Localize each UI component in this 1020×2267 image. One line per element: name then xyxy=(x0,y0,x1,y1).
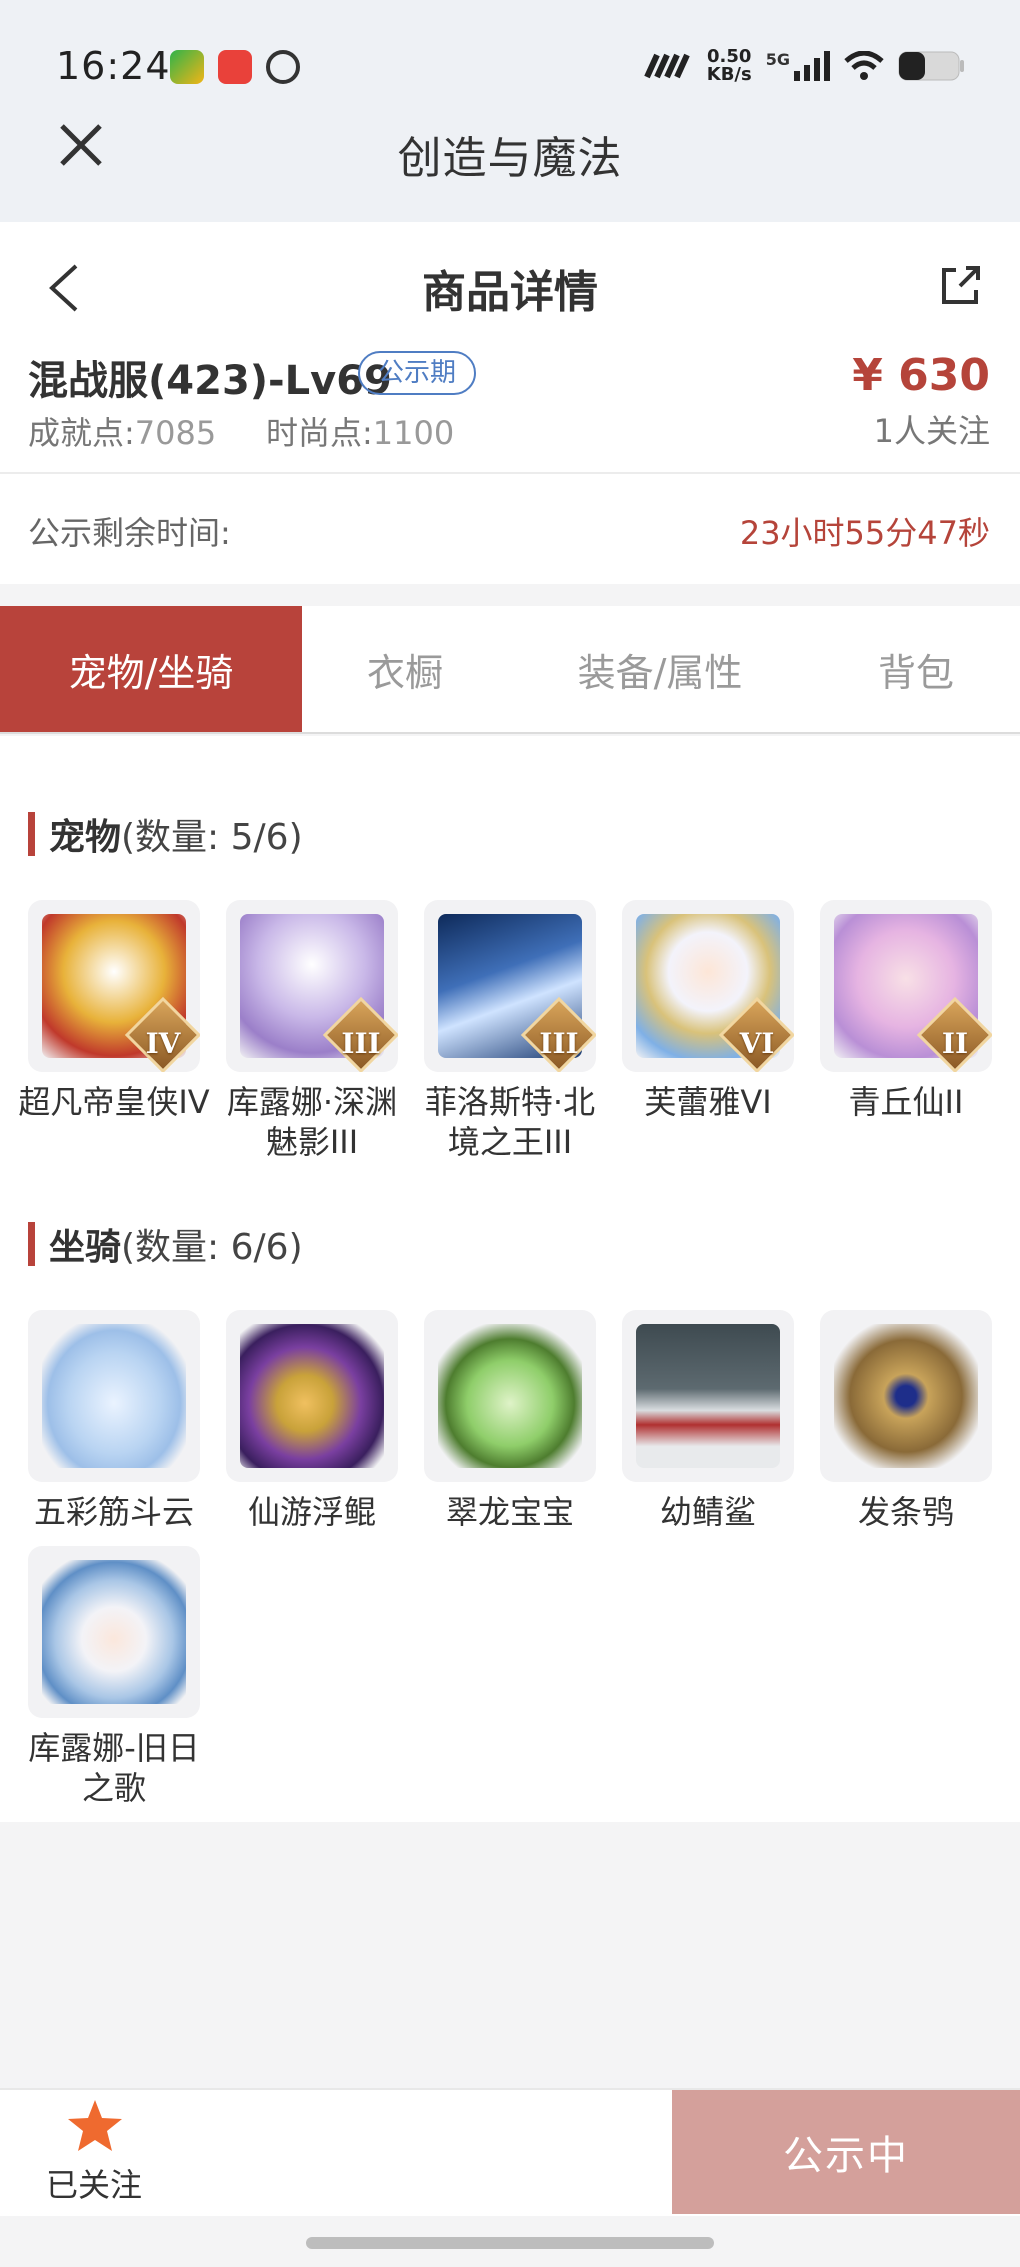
mount-image xyxy=(226,1310,398,1482)
data-arrows-icon xyxy=(644,53,690,79)
home-indicator xyxy=(306,2237,714,2249)
pet-name: 超凡帝皇侠IV xyxy=(18,1083,210,1121)
tab-backpack[interactable]: 背包 xyxy=(812,606,1020,732)
mount-image xyxy=(424,1310,596,1482)
pet-card[interactable]: III 菲洛斯特·北境之王III xyxy=(424,900,596,1162)
pet-image: II xyxy=(820,900,992,1072)
pet-name: 菲洛斯特·北境之王III xyxy=(424,1083,596,1161)
wifi-icon xyxy=(844,51,884,80)
item-price: ¥ 630 xyxy=(852,350,990,401)
pets-section-title: 宠物 (数量: 5/6) xyxy=(28,808,303,860)
tab-pets-mounts[interactable]: 宠物/坐骑 xyxy=(0,606,302,732)
item-name: 混战服(423)-Lv69 xyxy=(28,358,392,404)
share-icon[interactable] xyxy=(936,262,984,310)
page-title: 商品详情 xyxy=(422,267,598,318)
signal-icon xyxy=(794,51,830,81)
category-tabs: 宠物/坐骑 衣橱 装备/属性 背包 xyxy=(0,606,1020,734)
mount-image xyxy=(28,1310,200,1482)
video-app-icon xyxy=(170,50,204,84)
tab-equipment-attributes[interactable]: 装备/属性 xyxy=(508,606,812,732)
pet-image: III xyxy=(226,900,398,1072)
mount-name: 库露娜-旧日之歌 xyxy=(28,1729,200,1807)
mount-art xyxy=(834,1324,978,1468)
app-title: 创造与魔法 xyxy=(397,133,623,184)
mount-card[interactable]: 库露娜-旧日之歌 xyxy=(28,1546,200,1808)
star-icon[interactable] xyxy=(66,2098,124,2154)
announcement-button[interactable]: 公示中 xyxy=(672,2090,1020,2214)
pet-name: 库露娜·深渊魅影III xyxy=(226,1083,398,1161)
remaining-time-label: 公示剩余时间: xyxy=(28,514,231,552)
tab-wardrobe[interactable]: 衣橱 xyxy=(302,606,508,732)
mount-art xyxy=(636,1324,780,1468)
pet-image: VI xyxy=(622,900,794,1072)
mount-card[interactable]: 翠龙宝宝 xyxy=(424,1310,596,1532)
mode-icon xyxy=(266,50,300,84)
battery-icon xyxy=(898,51,964,81)
pet-name: 芙蕾雅VI xyxy=(644,1083,772,1121)
follower-count: 1人关注 xyxy=(873,412,990,450)
mount-name: 幼鲭鲨 xyxy=(659,1493,756,1531)
pet-card[interactable]: IV 超凡帝皇侠IV xyxy=(18,900,210,1122)
store-app-icon xyxy=(218,50,252,84)
network-type: 5G xyxy=(765,49,790,69)
section-accent-bar xyxy=(28,1222,35,1266)
divider xyxy=(0,472,1020,474)
mount-name: 仙游浮鲲 xyxy=(247,1493,376,1531)
network-speed: 0.50 KB/s xyxy=(706,46,752,85)
fashion-points: 时尚点:1100 xyxy=(266,414,455,452)
mount-image xyxy=(28,1546,200,1718)
mount-name: 五彩筋斗云 xyxy=(33,1493,194,1531)
mount-art xyxy=(438,1324,582,1468)
mount-image xyxy=(820,1310,992,1482)
mount-name: 翠龙宝宝 xyxy=(445,1493,574,1531)
pet-name: 青丘仙II xyxy=(848,1083,964,1121)
pet-card[interactable]: VI 芙蕾雅VI xyxy=(622,900,794,1122)
mount-art xyxy=(42,1324,186,1468)
pet-card[interactable]: III 库露娜·深渊魅影III xyxy=(226,900,398,1162)
pet-image: III xyxy=(424,900,596,1072)
status-time: 16:24 xyxy=(56,44,171,88)
mount-card[interactable]: 五彩筋斗云 xyxy=(28,1310,200,1532)
mounts-section-title: 坐骑 (数量: 6/6) xyxy=(28,1218,303,1270)
mount-card[interactable]: 幼鲭鲨 xyxy=(622,1310,794,1532)
section-accent-bar xyxy=(28,812,35,856)
mount-name: 发条鸮 xyxy=(857,1493,954,1531)
remaining-time-value: 23小时55分47秒 xyxy=(739,514,990,552)
mount-art xyxy=(42,1560,186,1704)
followed-label[interactable]: 已关注 xyxy=(46,2160,142,2206)
pet-image: IV xyxy=(28,900,200,1072)
status-badge: 公示期 xyxy=(358,351,477,395)
mount-image xyxy=(622,1310,794,1482)
mount-card[interactable]: 发条鸮 xyxy=(820,1310,992,1532)
mount-card[interactable]: 仙游浮鲲 xyxy=(226,1310,398,1532)
achievement-points: 成就点:7085 xyxy=(28,414,217,452)
mount-art xyxy=(240,1324,384,1468)
pet-card[interactable]: II 青丘仙II xyxy=(820,900,992,1122)
